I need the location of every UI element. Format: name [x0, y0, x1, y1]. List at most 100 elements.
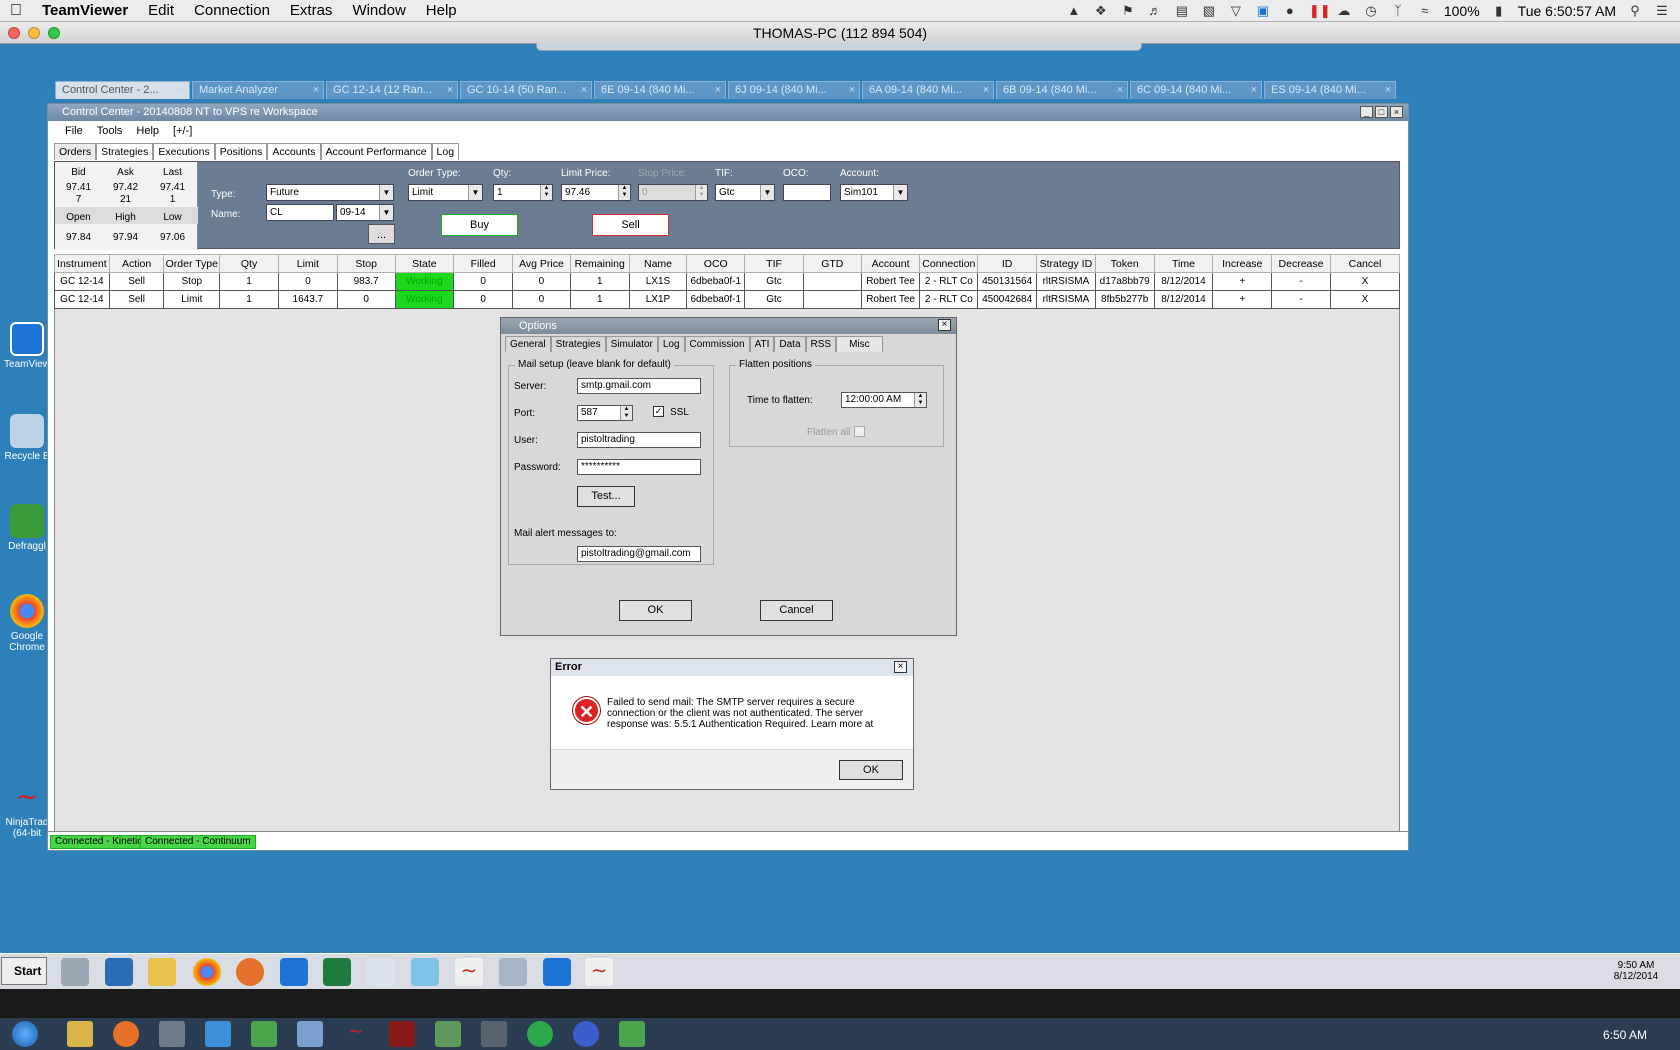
column-header[interactable]: Filled [453, 254, 514, 273]
menu-tools[interactable]: Tools [90, 121, 130, 141]
menubar-clock[interactable]: Tue 6:50:57 AM [1518, 3, 1616, 19]
close-icon[interactable]: × [1251, 82, 1257, 99]
desktop-icon-defraggler[interactable]: Defraggl [2, 504, 52, 552]
chevron-down-icon[interactable]: ▼ [468, 185, 482, 200]
tab-chart-6e[interactable]: 6E 09-14 (840 Mi... × [594, 81, 726, 99]
buy-button[interactable]: Buy [441, 214, 518, 236]
tab-strategies[interactable]: Strategies [550, 336, 606, 352]
type-select[interactable]: Future ▼ [266, 184, 394, 201]
app-icon[interactable] [619, 1021, 645, 1047]
chevron-down-icon[interactable]: ▼ [760, 185, 774, 200]
speaker-icon[interactable]: ♬ [1147, 3, 1163, 18]
error-ok-button[interactable]: OK [839, 760, 903, 780]
tab-simulator[interactable]: Simulator [605, 336, 658, 352]
evernote-icon[interactable]: ▧ [1201, 3, 1217, 18]
app-icon[interactable] [159, 1021, 185, 1047]
tab-general[interactable]: General [505, 336, 551, 352]
app-icon[interactable] [435, 1021, 461, 1047]
table-cell[interactable]: X [1329, 272, 1401, 291]
tab-control-center[interactable]: Control Center - 2... × [55, 81, 190, 99]
remote-clock[interactable]: 9:50 AM 8/12/2014 [1610, 960, 1662, 982]
close-button[interactable]: × [894, 661, 907, 673]
tab-strategies[interactable]: Strategies [96, 143, 154, 160]
explorer-icon[interactable] [67, 1021, 93, 1047]
minimize-button[interactable]: _ [1360, 106, 1373, 118]
close-button[interactable]: × [938, 319, 951, 331]
zoom-traffic-light[interactable] [48, 27, 60, 39]
tab-chart-6j[interactable]: 6J 09-14 (840 Mi... × [728, 81, 860, 99]
ninjatrader-icon[interactable]: ∼ [343, 1021, 369, 1047]
tab-chart-6a[interactable]: 6A 09-14 (840 Mi... × [862, 81, 994, 99]
table-cell[interactable]: - [1271, 272, 1331, 291]
column-header[interactable]: Qty [219, 254, 279, 273]
spinner-icon[interactable]: ▲ ▼ [620, 406, 632, 420]
table-cell[interactable]: X [1329, 290, 1401, 309]
close-icon[interactable]: × [581, 82, 587, 99]
table-cell[interactable]: + [1212, 272, 1273, 291]
creative-cloud-icon[interactable]: ☁ [1336, 3, 1352, 18]
password-input[interactable]: ********** [577, 459, 701, 475]
close-icon[interactable]: × [447, 82, 453, 99]
tif-select[interactable]: Gtc ▼ [715, 184, 775, 201]
app-icon[interactable] [297, 1021, 323, 1047]
chrome-icon[interactable] [193, 958, 221, 986]
table-cell[interactable]: + [1212, 290, 1273, 309]
tab-account-performance[interactable]: Account Performance [320, 143, 432, 160]
close-icon[interactable]: × [1385, 82, 1391, 99]
desktop-icon-ninjatrader[interactable]: ∼ NinjaTrad (64-bit [2, 780, 52, 839]
close-icon[interactable]: × [715, 82, 721, 99]
battery-percent[interactable]: 100% [1444, 3, 1480, 19]
tab-misc[interactable]: Misc [836, 336, 883, 352]
column-header[interactable]: Connection [919, 254, 979, 273]
tab-positions[interactable]: Positions [214, 143, 268, 160]
menu-edit[interactable]: Edit [138, 2, 184, 19]
app-icon[interactable] [389, 1021, 415, 1047]
powershell-icon[interactable] [105, 958, 133, 986]
clipboard-icon[interactable]: ▤ [1174, 3, 1190, 18]
menu-help[interactable]: Help [416, 2, 467, 19]
column-header[interactable]: Token [1094, 254, 1155, 273]
column-header[interactable]: Name [628, 254, 688, 273]
desktop-icon-teamviewer[interactable]: TeamView [2, 322, 52, 370]
start-button[interactable]: Start [1, 957, 47, 985]
pause-icon[interactable]: ❚❚ [1309, 3, 1331, 18]
table-row[interactable]: GC 12-14 Sell Limit 1 1643.7 0 Working 0 0 1 LX1P 6… [54, 290, 1401, 309]
table-cell[interactable]: - [1271, 290, 1331, 309]
column-header[interactable]: Instrument [54, 254, 110, 273]
spinner-icon[interactable]: ▲ ▼ [540, 185, 552, 200]
desktop-icon-chrome[interactable]: Google Chrome [2, 594, 52, 653]
menu-file[interactable]: File [58, 121, 90, 141]
test-button[interactable]: Test... [577, 486, 635, 507]
wifi-icon[interactable]: ≈ [1417, 3, 1433, 18]
order-type-select[interactable]: Limit ▼ [408, 184, 483, 201]
battery-icon[interactable]: ▮ [1491, 3, 1507, 18]
mail-alert-input[interactable]: pistoltrading@gmail.com [577, 546, 701, 562]
user-input[interactable]: pistoltrading [577, 432, 701, 448]
time-machine-icon[interactable]: ◷ [1363, 3, 1379, 18]
column-header[interactable]: Stop [336, 254, 396, 273]
drive-icon[interactable]: ▲ [1066, 3, 1082, 18]
camera-icon[interactable] [481, 1021, 507, 1047]
spinner-icon[interactable]: ▲ ▼ [618, 185, 630, 200]
maximize-button[interactable]: □ [1375, 106, 1388, 118]
server-input[interactable]: smtp.gmail.com [577, 378, 701, 394]
table-row[interactable]: GC 12-14 Sell Stop 1 0 983.7 Working 0 0 1 LX1S 6db… [54, 272, 1401, 291]
teamviewer-tray-icon[interactable]: ▣ [1255, 3, 1271, 18]
column-header[interactable]: OCO [686, 254, 746, 273]
menu-extras[interactable]: Extras [280, 2, 343, 19]
app-icon[interactable] [251, 1021, 277, 1047]
app-menu[interactable]: TeamViewer [32, 2, 138, 19]
desktop-icon-recycle-bin[interactable]: Recycle B [2, 414, 52, 462]
oco-input[interactable] [783, 184, 831, 201]
window-icon[interactable] [367, 958, 395, 986]
column-header[interactable]: Increase [1212, 254, 1273, 273]
options-cancel-button[interactable]: Cancel [760, 600, 833, 621]
instrument-browse-button[interactable]: ... [368, 224, 395, 244]
app-icon[interactable] [527, 1021, 553, 1047]
folder-icon[interactable] [148, 958, 176, 986]
column-header[interactable]: GTD [802, 254, 862, 273]
limit-price-stepper[interactable]: 97.46 ▲ ▼ [561, 184, 631, 201]
expiry-select[interactable]: 09-14 ▼ [336, 204, 394, 221]
close-icon[interactable]: × [849, 82, 855, 99]
time-to-flatten-stepper[interactable]: 12:00:00 AM ▲ ▼ [841, 392, 927, 408]
